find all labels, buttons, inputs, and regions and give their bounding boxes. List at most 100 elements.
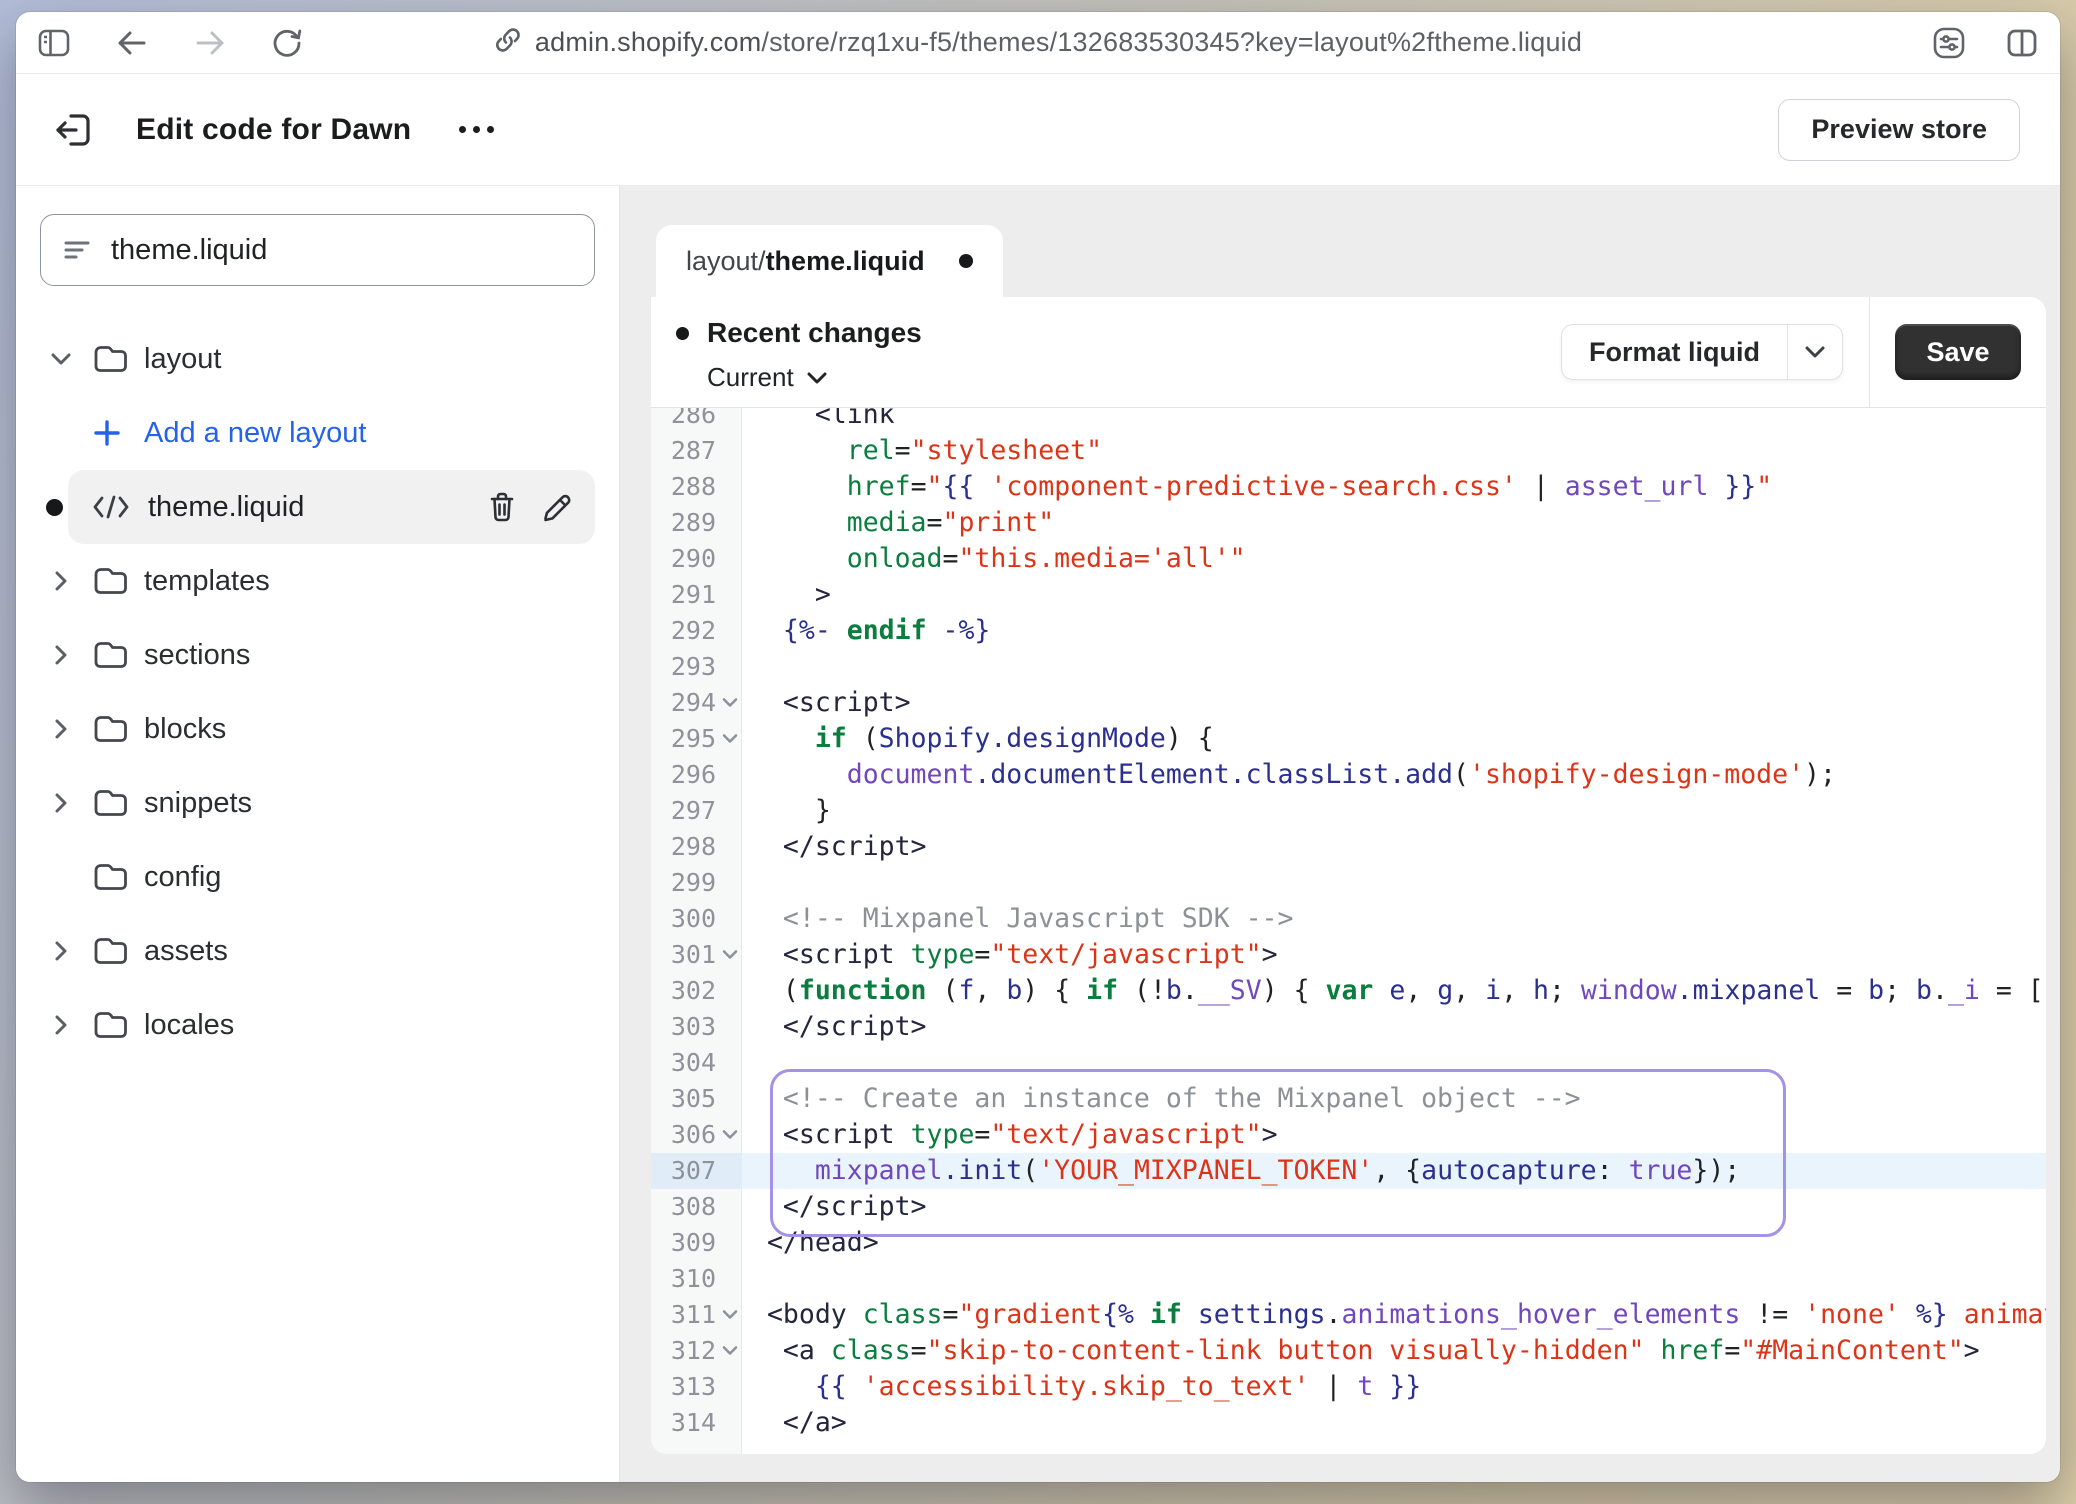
chevron-right-icon[interactable] bbox=[48, 939, 74, 963]
code-line-309[interactable]: 309 </head> bbox=[651, 1225, 2046, 1261]
code-line-287[interactable]: 287 rel="stylesheet" bbox=[651, 433, 2046, 469]
url-text: admin.shopify.com/store/rzq1xu-f5/themes… bbox=[535, 27, 1582, 58]
forward-button-icon[interactable] bbox=[194, 29, 226, 57]
tree-item-label: Add a new layout bbox=[144, 417, 366, 450]
code-line-305[interactable]: 305 <!-- Create an instance of the Mixpa… bbox=[651, 1081, 2046, 1117]
code-line-300[interactable]: 300 <!-- Mixpanel Javascript SDK --> bbox=[651, 901, 2046, 937]
code-line-288[interactable]: 288 href="{{ 'component-predictive-searc… bbox=[651, 469, 2046, 505]
code-line-313[interactable]: 313 {{ 'accessibility.skip_to_text' | t … bbox=[651, 1369, 2046, 1405]
line-number: 287 bbox=[651, 433, 718, 469]
code-line-289[interactable]: 289 media="print" bbox=[651, 505, 2046, 541]
tree-item-label: blocks bbox=[144, 713, 226, 746]
code-line-295[interactable]: 295 if (Shopify.designMode) { bbox=[651, 721, 2046, 757]
line-number: 314 bbox=[651, 1405, 718, 1441]
code-line-306[interactable]: 306 <script type="text/javascript"> bbox=[651, 1117, 2046, 1153]
exit-editor-icon[interactable] bbox=[54, 111, 94, 149]
code-line-302[interactable]: 302 (function (f, b) { if (!b.__SV) { va… bbox=[651, 973, 2046, 1009]
code-line-286[interactable]: 286 <link bbox=[651, 408, 2046, 433]
tree-item-label: snippets bbox=[144, 787, 252, 820]
code-line-301[interactable]: 301 <script type="text/javascript"> bbox=[651, 937, 2046, 973]
code-line-307[interactable]: 307 mixpanel.init('YOUR_MIXPANEL_TOKEN',… bbox=[651, 1153, 2046, 1189]
sidebar-item-config[interactable]: config bbox=[40, 840, 595, 914]
line-number: 297 bbox=[651, 793, 718, 829]
sidebar-toggle-icon[interactable] bbox=[38, 28, 70, 58]
sidebar-item-snippets[interactable]: snippets bbox=[40, 766, 595, 840]
code-text: <body class="gradient{% if settings.anim… bbox=[742, 1297, 2046, 1333]
preview-store-button[interactable]: Preview store bbox=[1778, 99, 2020, 161]
file-search-input[interactable] bbox=[111, 234, 572, 267]
code-line-314[interactable]: 314 </a> bbox=[651, 1405, 2046, 1441]
address-bar[interactable]: admin.shopify.com/store/rzq1xu-f5/themes… bbox=[494, 12, 1582, 73]
selected-file-row[interactable]: theme.liquid bbox=[68, 470, 595, 544]
line-number: 310 bbox=[651, 1261, 718, 1297]
recent-changes-label: Recent changes bbox=[707, 317, 922, 349]
delete-file-icon[interactable] bbox=[487, 491, 517, 523]
fold-spacer bbox=[718, 408, 742, 433]
more-actions-icon[interactable] bbox=[459, 126, 494, 133]
code-line-294[interactable]: 294 <script> bbox=[651, 685, 2046, 721]
sidebar-item-add-a-new-layout[interactable]: Add a new layout bbox=[40, 396, 595, 470]
code-text: </script> bbox=[742, 829, 2046, 865]
code-line-304[interactable]: 304 bbox=[651, 1045, 2046, 1081]
code-line-293[interactable]: 293 bbox=[651, 649, 2046, 685]
code-line-297[interactable]: 297 } bbox=[651, 793, 2046, 829]
code-line-292[interactable]: 292 {%- endif -%} bbox=[651, 613, 2046, 649]
fold-toggle-icon[interactable] bbox=[718, 937, 742, 973]
format-options-chevron[interactable] bbox=[1788, 325, 1842, 379]
sidebar-item-layout[interactable]: layout bbox=[40, 322, 595, 396]
code-line-299[interactable]: 299 bbox=[651, 865, 2046, 901]
line-number: 303 bbox=[651, 1009, 718, 1045]
sidebar-item-locales[interactable]: locales bbox=[40, 988, 595, 1062]
page-settings-icon[interactable] bbox=[1932, 26, 1966, 60]
fold-toggle-icon[interactable] bbox=[718, 1117, 742, 1153]
sidebar-item-templates[interactable]: templates bbox=[40, 544, 595, 618]
sidebar-item-theme-liquid[interactable]: theme.liquid bbox=[40, 470, 595, 544]
code-line-291[interactable]: 291 > bbox=[651, 577, 2046, 613]
code-line-290[interactable]: 290 onload="this.media='all'" bbox=[651, 541, 2046, 577]
file-search-box[interactable] bbox=[40, 214, 595, 286]
chevron-right-icon[interactable] bbox=[48, 1013, 74, 1037]
fold-spacer bbox=[718, 505, 742, 541]
chevron-down-icon[interactable] bbox=[48, 351, 74, 367]
code-line-296[interactable]: 296 document.documentElement.classList.a… bbox=[651, 757, 2046, 793]
code-line-312[interactable]: 312 <a class="skip-to-content-link butto… bbox=[651, 1333, 2046, 1369]
back-button-icon[interactable] bbox=[116, 29, 148, 57]
split-view-icon[interactable] bbox=[2006, 27, 2038, 59]
code-line-310[interactable]: 310 bbox=[651, 1261, 2046, 1297]
fold-toggle-icon[interactable] bbox=[718, 721, 742, 757]
tree-item-label: templates bbox=[144, 565, 270, 598]
save-button[interactable]: Save bbox=[1895, 324, 2020, 380]
chevron-right-icon[interactable] bbox=[48, 569, 74, 593]
chevron-right-icon[interactable] bbox=[48, 643, 74, 667]
tab-theme-liquid[interactable]: layout/theme.liquid bbox=[656, 225, 1003, 297]
reload-button-icon[interactable] bbox=[272, 27, 302, 59]
fold-spacer bbox=[718, 1009, 742, 1045]
link-icon bbox=[494, 26, 522, 59]
fold-spacer bbox=[718, 1153, 742, 1189]
code-text: <!-- Create an instance of the Mixpanel … bbox=[742, 1081, 2046, 1117]
folder-icon bbox=[92, 935, 128, 967]
fold-toggle-icon[interactable] bbox=[718, 685, 742, 721]
format-liquid-button[interactable]: Format liquid bbox=[1562, 325, 1787, 379]
rename-file-icon[interactable] bbox=[541, 491, 573, 523]
chevron-right-icon[interactable] bbox=[48, 717, 74, 741]
sidebar-item-sections[interactable]: sections bbox=[40, 618, 595, 692]
tab-file-name: theme.liquid bbox=[766, 246, 925, 277]
fold-toggle-icon[interactable] bbox=[718, 1297, 742, 1333]
code-line-298[interactable]: 298 </script> bbox=[651, 829, 2046, 865]
code-line-303[interactable]: 303 </script> bbox=[651, 1009, 2046, 1045]
code-line-308[interactable]: 308 </script> bbox=[651, 1189, 2046, 1225]
code-line-311[interactable]: 311 <body class="gradient{% if settings.… bbox=[651, 1297, 2046, 1333]
line-number: 302 bbox=[651, 973, 718, 1009]
code-text: {{ 'accessibility.skip_to_text' | t }} bbox=[742, 1369, 2046, 1405]
sidebar-item-blocks[interactable]: blocks bbox=[40, 692, 595, 766]
version-selector[interactable]: Current bbox=[707, 362, 1561, 393]
fold-toggle-icon[interactable] bbox=[718, 1333, 742, 1369]
chevron-right-icon[interactable] bbox=[48, 791, 74, 815]
code-editor[interactable]: 286 <link287 rel="stylesheet"288 href="{… bbox=[651, 408, 2046, 1454]
fold-spacer bbox=[718, 577, 742, 613]
fold-spacer bbox=[718, 649, 742, 685]
sidebar-item-assets[interactable]: assets bbox=[40, 914, 595, 988]
fold-spacer bbox=[718, 1225, 742, 1261]
chevron-down-icon bbox=[806, 371, 828, 385]
